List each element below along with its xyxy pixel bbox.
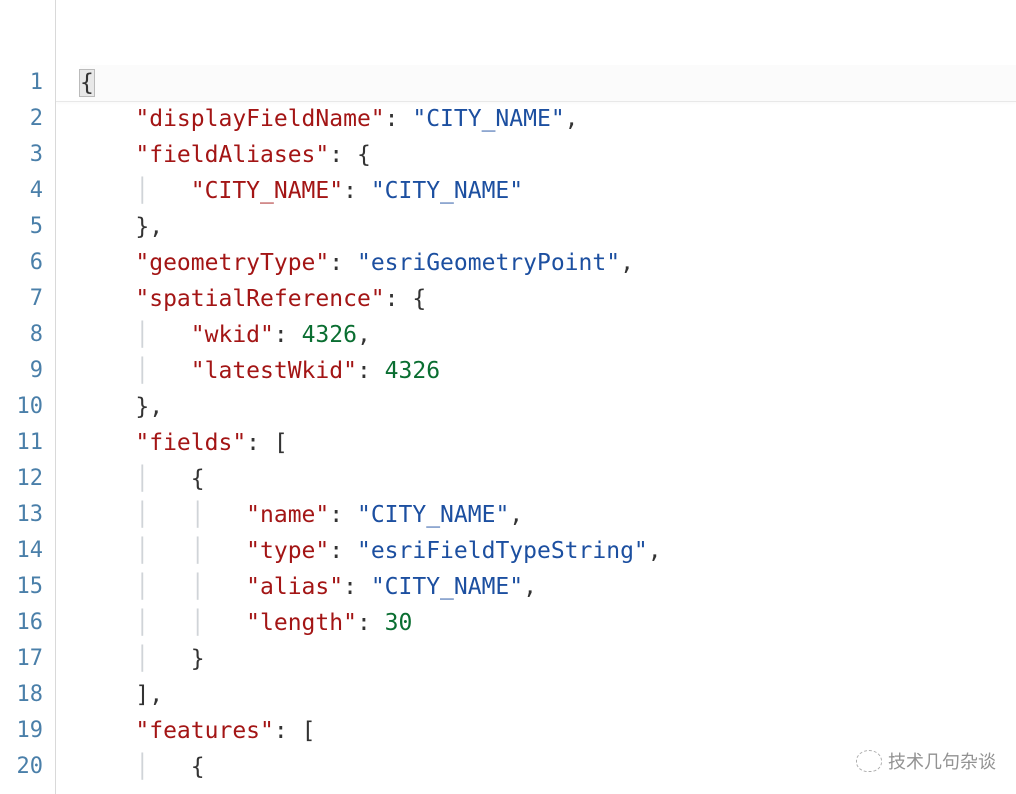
brace-open: { (191, 466, 205, 492)
json-key: "fields" (135, 430, 246, 456)
json-key: "type" (246, 538, 329, 564)
brace-close: } (191, 646, 205, 672)
code-line[interactable]: │ { (80, 749, 1016, 785)
json-key: "alias" (246, 574, 343, 600)
code-line[interactable]: │ "CITY_NAME": "CITY_NAME" (80, 173, 1016, 209)
brace-open: { (80, 70, 94, 96)
line-number: 6 (0, 245, 55, 281)
line-number: 7 (0, 281, 55, 317)
json-key: "spatialReference" (135, 286, 384, 312)
json-string: "esriFieldTypeString" (357, 538, 648, 564)
json-key: "name" (246, 502, 329, 528)
line-number: 9 (0, 353, 55, 389)
json-string: "CITY_NAME" (412, 106, 564, 132)
code-line[interactable]: "spatialReference": { (80, 281, 1016, 317)
code-line[interactable]: │ │ "type": "esriFieldTypeString", (80, 533, 1016, 569)
line-number-gutter: 1 2 3 4 5 6 7 8 9 10 11 12 13 14 15 16 1… (0, 0, 55, 794)
code-editor[interactable]: 1 2 3 4 5 6 7 8 9 10 11 12 13 14 15 16 1… (0, 0, 1016, 794)
code-content[interactable]: { "displayFieldName": "CITY_NAME", "fiel… (55, 0, 1016, 794)
json-number: 30 (385, 610, 413, 636)
json-number: 4326 (302, 322, 357, 348)
code-line[interactable]: │ "latestWkid": 4326 (80, 353, 1016, 389)
json-string: "esriGeometryPoint" (357, 250, 620, 276)
line-number: 1 (0, 65, 55, 101)
json-key: "fieldAliases" (135, 142, 329, 168)
line-number: 19 (0, 713, 55, 749)
json-number: 4326 (385, 358, 440, 384)
code-line[interactable]: │ "wkid": 4326, (80, 317, 1016, 353)
json-string: "CITY_NAME" (371, 574, 523, 600)
json-key: "displayFieldName" (135, 106, 384, 132)
code-line[interactable]: "geometryType": "esriGeometryPoint", (80, 245, 1016, 281)
line-number: 10 (0, 389, 55, 425)
code-line[interactable]: "fields": [ (80, 425, 1016, 461)
code-line[interactable]: "fieldAliases": { (80, 137, 1016, 173)
json-key: "features" (135, 718, 273, 744)
line-number: 11 (0, 425, 55, 461)
line-number: 15 (0, 569, 55, 605)
json-key: "latestWkid" (191, 358, 357, 384)
brace-close: }, (135, 394, 163, 420)
code-line[interactable]: ], (80, 677, 1016, 713)
line-number: 17 (0, 641, 55, 677)
code-line[interactable]: "features": [ (80, 713, 1016, 749)
code-line[interactable]: { (80, 65, 1016, 101)
line-number: 8 (0, 317, 55, 353)
code-line[interactable]: │ │ "alias": "CITY_NAME", (80, 569, 1016, 605)
json-string: "CITY_NAME" (357, 502, 509, 528)
line-number: 12 (0, 461, 55, 497)
code-line[interactable]: "displayFieldName": "CITY_NAME", (80, 101, 1016, 137)
line-number: 5 (0, 209, 55, 245)
code-line[interactable]: }, (80, 209, 1016, 245)
code-line[interactable]: │ │ "name": "CITY_NAME", (80, 497, 1016, 533)
line-number: 20 (0, 749, 55, 785)
code-line[interactable]: │ { (80, 461, 1016, 497)
json-key: "CITY_NAME" (191, 178, 343, 204)
line-number: 14 (0, 533, 55, 569)
line-number: 4 (0, 173, 55, 209)
code-line[interactable]: │ │ "length": 30 (80, 605, 1016, 641)
json-key: "wkid" (191, 322, 274, 348)
json-key: "length" (246, 610, 357, 636)
brace-open: { (191, 754, 205, 780)
bracket-close: ], (135, 682, 163, 708)
line-number: 3 (0, 137, 55, 173)
json-string: "CITY_NAME" (371, 178, 523, 204)
json-key: "geometryType" (135, 250, 329, 276)
line-number: 2 (0, 101, 55, 137)
brace-close: }, (135, 214, 163, 240)
line-number: 13 (0, 497, 55, 533)
code-line[interactable]: │ } (80, 641, 1016, 677)
code-line[interactable]: }, (80, 389, 1016, 425)
line-number: 16 (0, 605, 55, 641)
line-number: 18 (0, 677, 55, 713)
